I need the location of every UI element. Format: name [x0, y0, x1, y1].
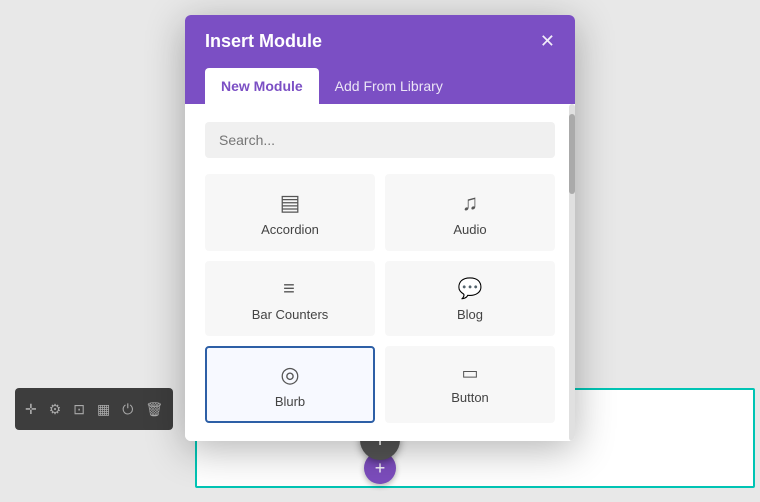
tab-new-module[interactable]: New Module	[205, 68, 319, 104]
module-item-blurb[interactable]: ◎ Blurb	[205, 346, 375, 423]
button-label: Button	[451, 390, 489, 405]
modal-title: Insert Module	[205, 31, 322, 52]
modal-close-button[interactable]: ✕	[540, 31, 555, 52]
modal-content-wrap: ▤ Accordion ♫ Audio ≡ Bar Counters 💬 Blo…	[185, 104, 575, 441]
module-item-button[interactable]: ▭ Button	[385, 346, 555, 423]
modal-body: ▤ Accordion ♫ Audio ≡ Bar Counters 💬 Blo…	[185, 104, 575, 441]
modal-scrollbar-thumb	[569, 114, 575, 194]
duplicate-icon[interactable]: ⊡	[73, 401, 85, 418]
blog-icon: 💬	[458, 279, 483, 299]
module-item-accordion[interactable]: ▤ Accordion	[205, 174, 375, 251]
blurb-icon: ◎	[280, 364, 299, 386]
blog-label: Blog	[457, 307, 483, 322]
module-item-bar-counters[interactable]: ≡ Bar Counters	[205, 261, 375, 336]
power-icon[interactable]: ⏻	[122, 401, 133, 418]
settings-icon[interactable]: ⚙	[49, 401, 62, 418]
grid-icon[interactable]: ▦	[97, 401, 110, 418]
blurb-label: Blurb	[275, 394, 305, 409]
bottom-toolbar: ✛ ⚙ ⊡ ▦ ⏻ 🗑	[15, 388, 173, 430]
audio-icon: ♫	[462, 192, 479, 214]
tab-add-from-library[interactable]: Add From Library	[319, 68, 459, 104]
audio-label: Audio	[453, 222, 486, 237]
accordion-label: Accordion	[261, 222, 319, 237]
trash-icon[interactable]: 🗑	[145, 401, 163, 418]
module-search-input[interactable]	[205, 122, 555, 158]
move-icon[interactable]: ✛	[25, 401, 37, 418]
accordion-icon: ▤	[280, 192, 301, 214]
modal-header: Insert Module ✕	[185, 15, 575, 68]
modal-tabs: New Module Add From Library	[185, 68, 575, 104]
bar-counters-label: Bar Counters	[252, 307, 329, 322]
bar-counters-icon: ≡	[283, 279, 297, 299]
module-item-audio[interactable]: ♫ Audio	[385, 174, 555, 251]
insert-module-modal: Insert Module ✕ New Module Add From Libr…	[185, 15, 575, 441]
plus-icon-bottom: +	[375, 458, 386, 479]
module-item-blog[interactable]: 💬 Blog	[385, 261, 555, 336]
button-icon: ▭	[461, 364, 478, 382]
modal-scrollbar[interactable]	[569, 104, 575, 441]
module-grid: ▤ Accordion ♫ Audio ≡ Bar Counters 💬 Blo…	[205, 174, 555, 423]
